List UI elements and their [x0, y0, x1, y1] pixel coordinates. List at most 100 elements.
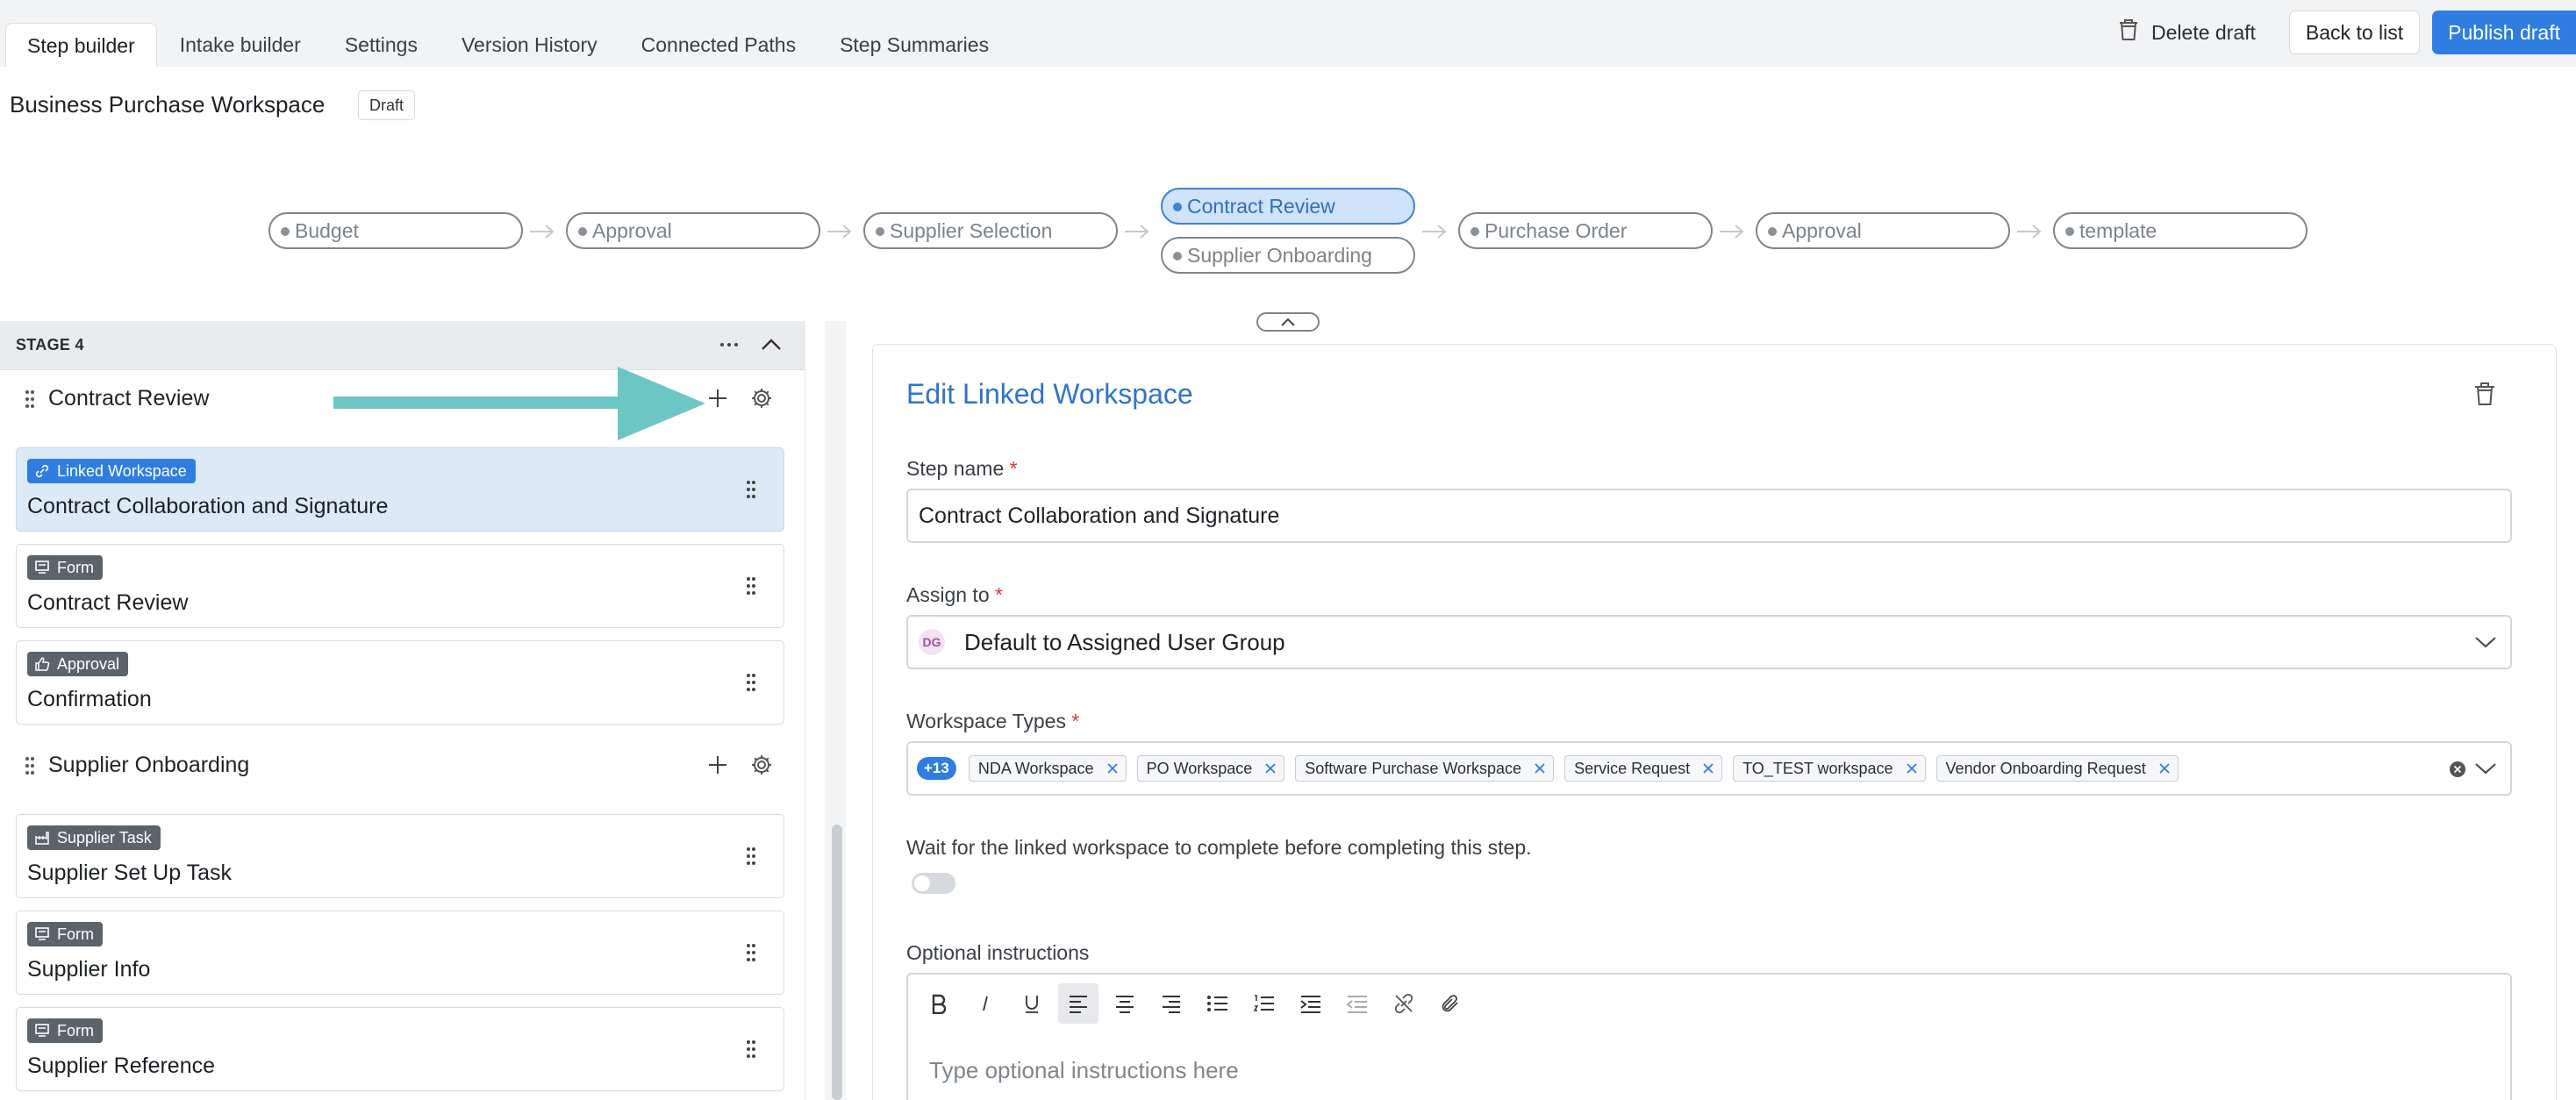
- collapse-pipeline-button[interactable]: [1256, 312, 1320, 332]
- bold-icon[interactable]: [919, 983, 959, 1024]
- form-icon: [35, 927, 49, 940]
- tab-intake-builder[interactable]: Intake builder: [159, 23, 322, 67]
- indent-icon[interactable]: [1291, 983, 1331, 1024]
- drag-handle-icon[interactable]: [745, 846, 757, 866]
- step-card-supplier-task[interactable]: Supplier Task Supplier Set Up Task: [16, 814, 784, 898]
- step-name-input[interactable]: Contract Collaboration and Signature: [906, 489, 2512, 543]
- chevron-down-icon[interactable]: [2473, 761, 2498, 776]
- tab-version-history[interactable]: Version History: [440, 23, 619, 67]
- bulleted-list-icon[interactable]: [1198, 983, 1238, 1024]
- pipeline-stage-contract-review[interactable]: Contract Review: [1161, 188, 1415, 225]
- remove-chip-icon[interactable]: [1534, 762, 1546, 775]
- tab-step-builder[interactable]: Step builder: [5, 23, 157, 67]
- formatting-toolbar: [919, 983, 1477, 1024]
- unlink-icon[interactable]: [1384, 983, 1424, 1024]
- delete-draft-button[interactable]: Delete draft: [2118, 18, 2256, 46]
- add-step-icon[interactable]: [705, 753, 730, 777]
- attachment-icon[interactable]: [1430, 983, 1470, 1024]
- drag-handle-icon[interactable]: [745, 576, 757, 596]
- more-horizontal-icon[interactable]: [718, 333, 741, 356]
- drag-handle-icon[interactable]: [25, 756, 35, 775]
- pipeline-stage-template[interactable]: template: [2053, 212, 2308, 249]
- scrollbar-thumb[interactable]: [832, 825, 842, 1100]
- italic-icon[interactable]: [965, 983, 1005, 1024]
- outdent-icon[interactable]: [1337, 983, 1377, 1024]
- step-type-label: Form: [57, 559, 94, 576]
- remove-chip-icon[interactable]: [1906, 762, 1918, 775]
- gear-icon[interactable]: [749, 386, 774, 411]
- avatar: DG: [919, 629, 945, 655]
- assign-to-label: Assign to *: [906, 583, 1003, 606]
- pipeline-stage-supplier-onboarding[interactable]: Supplier Onboarding: [1161, 237, 1415, 274]
- step-name: Supplier Reference: [27, 1054, 216, 1078]
- workspace-types-multiselect[interactable]: +13 NDA Workspace PO Workspace Software …: [906, 741, 2512, 796]
- step-name: Confirmation: [27, 687, 152, 711]
- tab-settings[interactable]: Settings: [324, 23, 439, 67]
- pipeline-stage-budget[interactable]: Budget: [268, 212, 523, 249]
- drag-handle-icon[interactable]: [745, 673, 757, 692]
- numbered-list-icon[interactable]: [1244, 983, 1284, 1024]
- remove-chip-icon[interactable]: [1702, 762, 1714, 775]
- align-left-icon[interactable]: [1058, 983, 1098, 1024]
- step-name: Contract Review: [27, 590, 189, 615]
- tab-connected-paths[interactable]: Connected Paths: [620, 23, 817, 67]
- trash-icon[interactable]: [2473, 382, 2496, 406]
- underline-icon[interactable]: [1012, 983, 1052, 1024]
- align-right-icon[interactable]: [1151, 983, 1191, 1024]
- chevron-down-icon[interactable]: [2473, 634, 2498, 650]
- align-center-icon[interactable]: [1105, 983, 1145, 1024]
- remove-chip-icon[interactable]: [2158, 762, 2171, 775]
- drag-handle-icon[interactable]: [745, 1039, 757, 1059]
- instructions-placeholder: Type optional instructions here: [929, 1057, 1239, 1083]
- header-actions: Delete draft Back to list Publish draft: [2118, 11, 2576, 54]
- workspace-type-chip: NDA Workspace: [968, 755, 1127, 782]
- optional-instructions-label: Optional instructions: [906, 941, 1090, 964]
- step-name: Supplier Info: [27, 957, 151, 982]
- trash-icon: [2118, 18, 2151, 46]
- stage-label: STAGE 4: [16, 336, 84, 354]
- step-type-label: Approval: [57, 655, 120, 673]
- pipeline-stage-purchase-order[interactable]: Purchase Order: [1458, 212, 1713, 249]
- publish-draft-button[interactable]: Publish draft: [2432, 11, 2576, 54]
- step-card-form[interactable]: Form Supplier Info: [16, 911, 784, 995]
- pipeline-stage-supplier-selection[interactable]: Supplier Selection: [863, 212, 1118, 249]
- step-group-supplier-onboarding: Supplier Onboarding: [0, 739, 805, 791]
- drag-handle-icon[interactable]: [745, 480, 757, 499]
- selected-chips: +13 NDA Workspace PO Workspace Software …: [917, 755, 2189, 782]
- back-to-list-button[interactable]: Back to list: [2288, 11, 2421, 54]
- step-type-label: Supplier Task: [57, 829, 152, 846]
- wait-for-completion-label: Wait for the linked workspace to complet…: [906, 836, 1532, 859]
- assign-to-select[interactable]: DG Default to Assigned User Group: [906, 615, 2512, 669]
- arrow-right-icon: [1422, 225, 1447, 239]
- step-type-label: Linked Workspace: [57, 462, 187, 480]
- remove-chip-icon[interactable]: [1106, 762, 1119, 775]
- tab-list: Step builder Intake builder Settings Ver…: [5, 0, 1012, 67]
- drag-handle-icon[interactable]: [745, 943, 757, 962]
- more-count-badge[interactable]: +13: [917, 757, 956, 780]
- step-type-label: Form: [57, 1022, 94, 1039]
- pipeline-stage-approval-2[interactable]: Approval: [1756, 212, 2010, 249]
- drag-handle-icon[interactable]: [25, 389, 35, 409]
- chevron-up-icon[interactable]: [760, 333, 783, 356]
- remove-chip-icon[interactable]: [1264, 762, 1277, 775]
- step-name: Supplier Set Up Task: [27, 861, 232, 885]
- instructions-editor[interactable]: Type optional instructions here: [906, 973, 2512, 1100]
- status-badge: Draft: [358, 90, 416, 120]
- step-card-form[interactable]: Form Supplier Reference: [16, 1007, 784, 1091]
- step-type-label: Form: [57, 925, 94, 943]
- tab-step-summaries[interactable]: Step Summaries: [819, 23, 1010, 67]
- step-card-form[interactable]: Form Contract Review: [16, 544, 784, 628]
- form-icon: [35, 561, 49, 574]
- clear-selection-icon[interactable]: [2449, 761, 2466, 778]
- wait-for-completion-toggle[interactable]: [912, 873, 955, 894]
- pipeline-stage-approval[interactable]: Approval: [566, 212, 820, 249]
- step-card-linked-workspace[interactable]: Linked Workspace Contract Collaboration …: [16, 447, 784, 532]
- workspace-type-chip: Vendor Onboarding Request: [1936, 755, 2179, 782]
- gear-icon[interactable]: [749, 753, 774, 777]
- step-type-badge: Approval: [27, 652, 129, 676]
- add-step-icon[interactable]: [705, 386, 730, 411]
- annotation-arrow-icon: [333, 367, 705, 440]
- workflow-title: Business Purchase Workspace: [10, 91, 326, 118]
- step-card-approval[interactable]: Approval Confirmation: [16, 640, 784, 725]
- factory-icon: [35, 832, 49, 845]
